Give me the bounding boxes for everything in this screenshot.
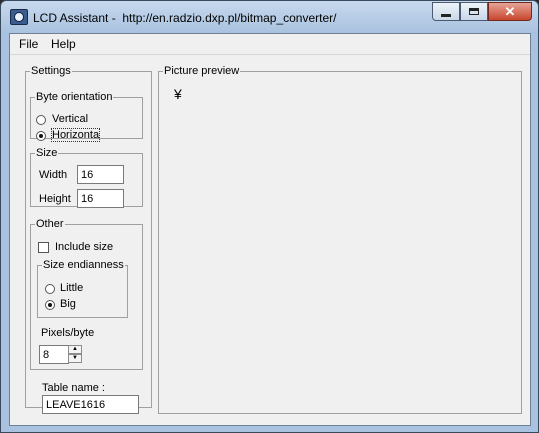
size-legend: Size (36, 147, 58, 159)
size-endianness-group: Size endianness Little Big (37, 259, 128, 318)
other-group: Other Include size Size endianness Littl… (30, 218, 143, 370)
byte-orientation-group: Byte orientation Vertical Horizonta (30, 91, 143, 142)
picture-preview-legend: Picture preview (164, 65, 240, 77)
pixels-per-byte-label: Pixels/byte (41, 327, 95, 339)
app-window: LCD Assistant - http://en.radzio.dxp.pl/… (0, 0, 539, 433)
big-radio[interactable] (45, 300, 55, 310)
maximize-button[interactable] (460, 2, 488, 21)
client-area: File Help Settings Byte orientation Vert… (9, 33, 531, 426)
spin-up-button[interactable]: ▲ (68, 345, 82, 354)
table-name-input[interactable] (42, 395, 139, 414)
include-size-checkbox[interactable] (38, 242, 49, 253)
title-bar[interactable]: LCD Assistant - http://en.radzio.dxp.pl/… (1, 1, 538, 33)
table-name-label: Table name : (42, 382, 105, 394)
caption-buttons: ✕ (432, 2, 532, 22)
settings-legend: Settings (31, 65, 71, 77)
size-endianness-legend: Size endianness (43, 259, 124, 271)
menu-help[interactable]: Help (51, 37, 76, 51)
little-label[interactable]: Little (60, 282, 83, 294)
minimize-button[interactable] (432, 2, 460, 21)
pixels-per-byte-input[interactable] (39, 345, 69, 364)
little-radio[interactable] (45, 284, 55, 294)
include-size-label[interactable]: Include size (55, 241, 113, 253)
byte-orientation-legend: Byte orientation (36, 91, 113, 103)
picture-preview-group: Picture preview ¥ (158, 65, 522, 414)
maximize-icon (469, 8, 479, 15)
size-group: Size Width Height (30, 147, 143, 208)
menu-file[interactable]: File (19, 37, 38, 51)
app-icon[interactable] (10, 9, 28, 25)
menu-bar: File Help (10, 34, 530, 55)
horizontal-label[interactable]: Horizonta (50, 128, 101, 142)
other-legend: Other (36, 218, 64, 230)
spin-down-button[interactable]: ▼ (68, 354, 82, 363)
settings-group: Settings Byte orientation Vertical Horiz… (25, 65, 152, 414)
minimize-icon (441, 13, 451, 17)
width-input[interactable] (77, 165, 124, 184)
horizontal-radio[interactable] (36, 131, 46, 141)
close-icon: ✕ (504, 3, 516, 19)
window-title: LCD Assistant - http://en.radzio.dxp.pl/… (33, 11, 337, 25)
width-label: Width (39, 169, 68, 181)
vertical-radio[interactable] (36, 115, 46, 125)
close-button[interactable]: ✕ (488, 2, 532, 21)
preview-bitmap: ¥ (174, 86, 182, 102)
vertical-label[interactable]: Vertical (52, 113, 88, 125)
height-input[interactable] (77, 189, 124, 208)
height-label: Height (39, 193, 71, 205)
big-label[interactable]: Big (60, 298, 76, 310)
